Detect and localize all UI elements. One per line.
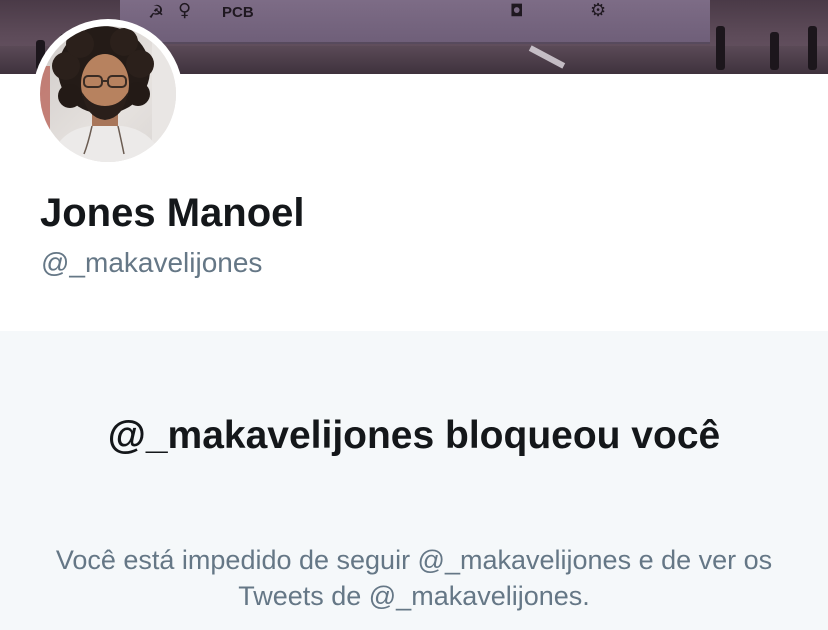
- blocked-notice-title: @_makavelijones bloqueou você: [107, 414, 721, 457]
- avatar-person-illustration: [40, 26, 176, 162]
- banner-symbol: ⚙: [590, 0, 607, 21]
- profile-page: ☭ ♀ PCB ◘ ⚙ Jones Manoel @_makavelijones…: [0, 0, 828, 630]
- banner-emblem: ◘: [510, 1, 524, 20]
- avatar[interactable]: [33, 19, 183, 169]
- profile-handle: @_makavelijones: [41, 247, 263, 278]
- banner-person-leg: [716, 26, 725, 70]
- avatar-photo: [40, 26, 176, 162]
- banner-person-leg: [808, 26, 817, 70]
- banner-hammer-sickle-symbol: ☭: [148, 2, 165, 23]
- banner-venus-symbol: ♀: [178, 0, 192, 21]
- banner-protest-cloth: [120, 0, 710, 44]
- banner-person-leg: [770, 32, 779, 70]
- banner-pcb-text: PCB: [222, 4, 254, 21]
- profile-name: Jones Manoel: [40, 191, 305, 235]
- blocked-notice-description: Você está impedido de seguir @_makavelij…: [55, 545, 773, 611]
